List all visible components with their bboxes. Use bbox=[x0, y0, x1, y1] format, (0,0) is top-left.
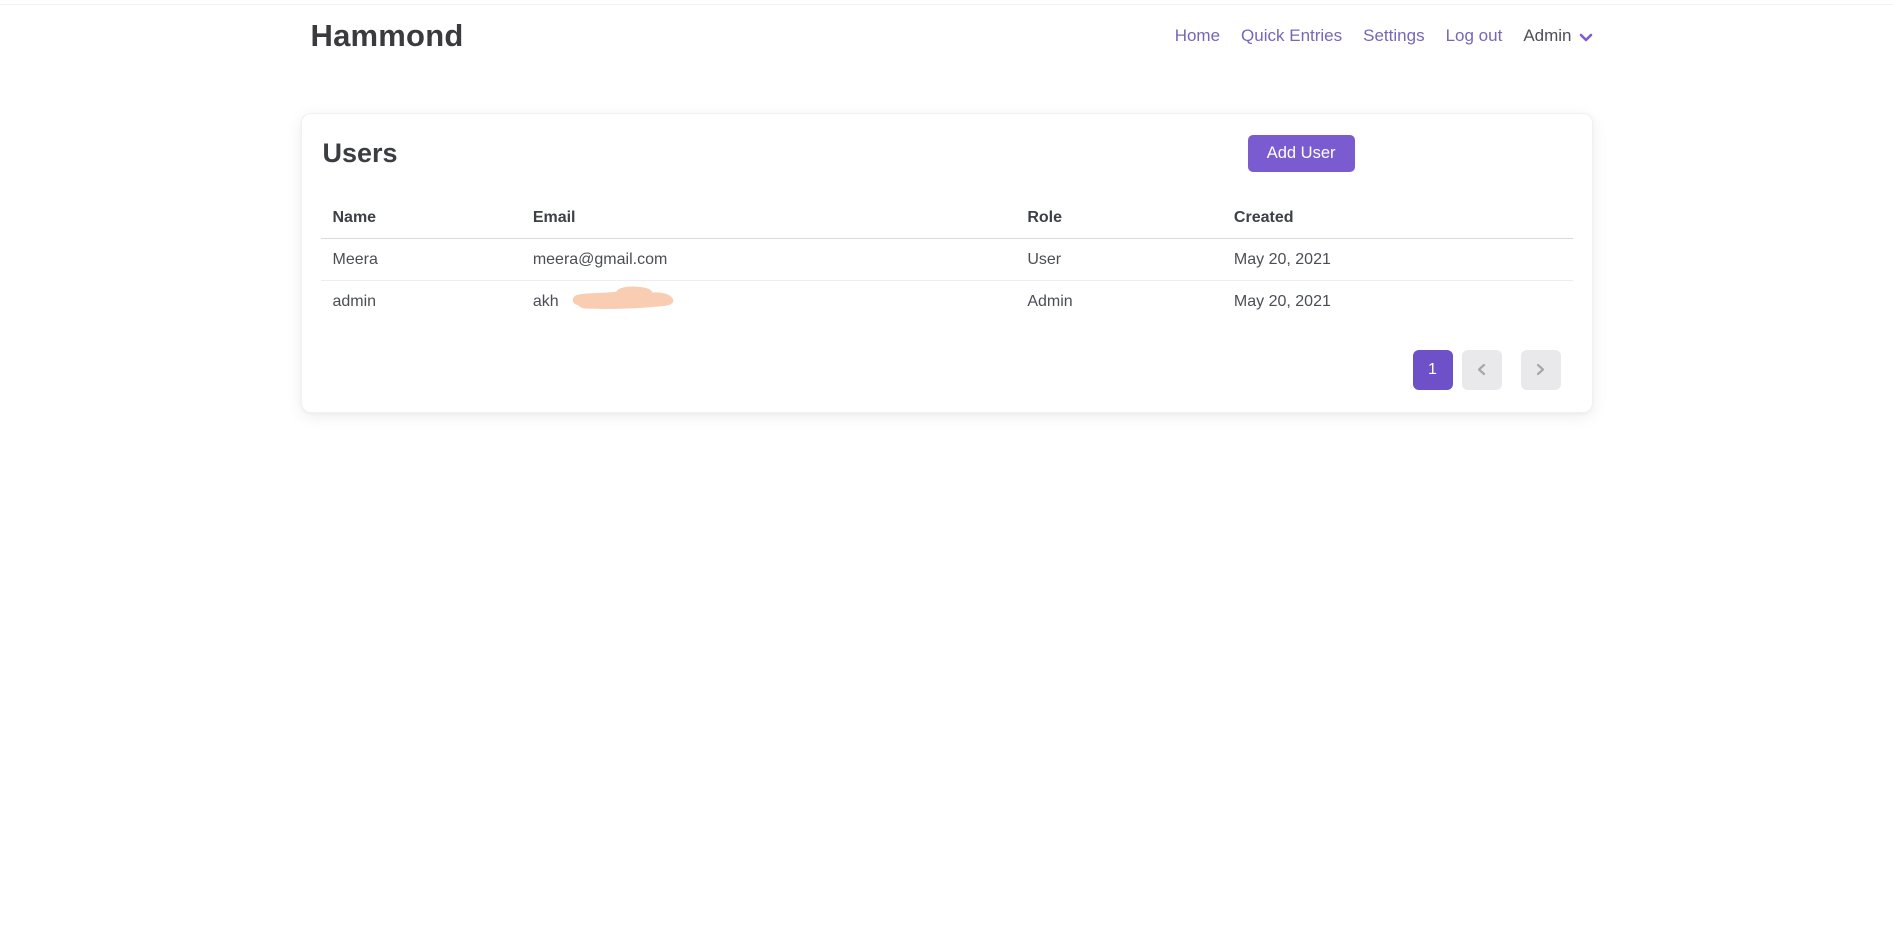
cell-email: meera@gmail.com bbox=[521, 239, 1016, 281]
nav-item-settings[interactable]: Settings bbox=[1363, 26, 1424, 46]
top-navbar: Hammond Home Quick Entries Settings Log … bbox=[0, 0, 1893, 66]
email-redaction-blob bbox=[560, 285, 690, 312]
main-nav: Home Quick Entries Settings Log out Admi… bbox=[1175, 26, 1593, 46]
chevron-right-icon bbox=[1536, 363, 1545, 376]
column-header-name: Name bbox=[321, 199, 521, 239]
users-card-header: Users Add User bbox=[321, 135, 1573, 172]
cell-role: User bbox=[1015, 239, 1222, 281]
users-table-head: Name Email Role Created bbox=[321, 199, 1573, 239]
add-user-button[interactable]: Add User bbox=[1248, 135, 1355, 172]
page: Hammond Home Quick Entries Settings Log … bbox=[0, 0, 1893, 933]
table-row: admin akh Admin May 20, 2021 bbox=[321, 281, 1573, 323]
cell-name: Meera bbox=[321, 239, 521, 281]
chevron-left-icon bbox=[1477, 363, 1486, 376]
user-menu-label: Admin bbox=[1523, 26, 1571, 46]
main-content: Users Add User Name Email Role Created bbox=[0, 113, 1893, 413]
cell-name: admin bbox=[321, 281, 521, 323]
user-menu-dropdown[interactable]: Admin bbox=[1523, 26, 1592, 46]
email-visible-prefix: akh bbox=[533, 293, 559, 310]
window-top-hairline bbox=[0, 4, 1893, 5]
nav-item-quick-entries[interactable]: Quick Entries bbox=[1241, 26, 1342, 46]
column-header-created: Created bbox=[1222, 199, 1573, 239]
pagination-next-button[interactable] bbox=[1521, 350, 1561, 390]
column-header-email: Email bbox=[521, 199, 1016, 239]
pagination: 1 bbox=[321, 350, 1561, 390]
cell-created: May 20, 2021 bbox=[1222, 239, 1573, 281]
nav-item-logout[interactable]: Log out bbox=[1446, 26, 1503, 46]
nav-item-home[interactable]: Home bbox=[1175, 26, 1220, 46]
cell-role: Admin bbox=[1015, 281, 1222, 323]
users-table: Name Email Role Created Meera meera@gmai… bbox=[321, 199, 1573, 323]
pagination-page-1-button[interactable]: 1 bbox=[1413, 350, 1453, 390]
users-card: Users Add User Name Email Role Created bbox=[301, 113, 1593, 413]
column-header-role: Role bbox=[1015, 199, 1222, 239]
cell-created: May 20, 2021 bbox=[1222, 281, 1573, 323]
page-title: Users bbox=[323, 138, 398, 169]
cell-email: akh bbox=[521, 281, 1016, 323]
pagination-prev-button[interactable] bbox=[1462, 350, 1502, 390]
table-row: Meera meera@gmail.com User May 20, 2021 bbox=[321, 239, 1573, 281]
brand-logo[interactable]: Hammond bbox=[311, 18, 464, 54]
chevron-down-icon bbox=[1579, 33, 1593, 42]
